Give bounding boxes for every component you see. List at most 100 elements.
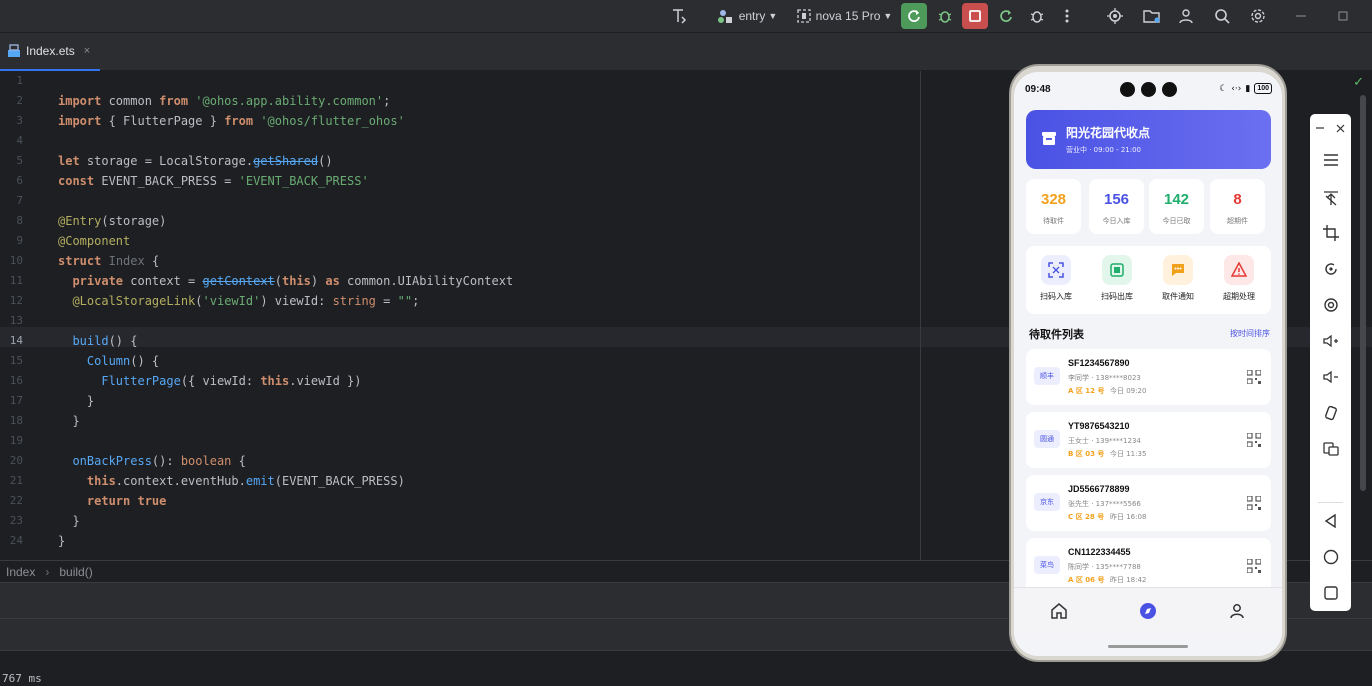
shelf-location: A 区 06 号 <box>1068 576 1105 584</box>
profile-icon[interactable] <box>1228 602 1246 620</box>
code-line-12: @LocalStorageLink('viewId') viewId: stri… <box>58 294 420 308</box>
crop-icon <box>1322 225 1339 241</box>
phone-screen[interactable]: 09:48 ☾ ‹·› ▮ 100 阳光花园代收点 营业中 · 09:00 - … <box>1014 72 1282 656</box>
code-line-11: private context = getContext(this) as co… <box>58 274 514 288</box>
tab-index-ets[interactable]: Index.ets × <box>0 33 100 71</box>
line-number: 5 <box>16 154 23 167</box>
line-number: 14 <box>9 334 23 347</box>
screenshot-crop-button[interactable] <box>1310 221 1351 245</box>
close-icon[interactable]: × <box>84 45 90 57</box>
notify-button[interactable]: 取件通知 <box>1153 255 1203 302</box>
minimize-icon <box>1316 127 1324 129</box>
run-button[interactable] <box>901 3 927 29</box>
volume-up-icon <box>1322 334 1338 348</box>
module-selector[interactable]: entry ▼ <box>715 3 779 29</box>
apply-changes-button[interactable] <box>993 3 1019 29</box>
recents-button[interactable] <box>1310 581 1351 605</box>
target-icon <box>1107 8 1123 24</box>
tracking-number: SF1234567890 <box>1068 358 1130 368</box>
stat-card-today-in[interactable]: 156 今日入库 <box>1089 179 1144 234</box>
recipient: 张先生 · 137****5566 <box>1068 500 1141 508</box>
line-number: 24 <box>9 534 23 547</box>
location-button[interactable] <box>1310 293 1351 317</box>
multi-screen-button[interactable] <box>1310 437 1351 461</box>
search-button[interactable] <box>1209 3 1235 29</box>
list-title: 待取件列表 <box>1029 328 1084 341</box>
back-button[interactable] <box>1310 509 1351 533</box>
overdue-button[interactable]: 超期处理 <box>1214 255 1264 302</box>
package-item[interactable]: 菜鸟 CN1122334455 陈同学 · 135****7788 A 区 06… <box>1026 538 1271 594</box>
stop-icon <box>969 10 981 22</box>
file-sync-button[interactable] <box>1139 3 1165 29</box>
code-line-20: onBackPress(): boolean { <box>58 454 246 468</box>
tracking-number: YT9876543210 <box>1068 421 1130 431</box>
stat-value: 156 <box>1103 191 1130 208</box>
code-line-15: Column() { <box>58 354 160 368</box>
package-item[interactable]: 圆通 YT9876543210 王女士 · 139****1234 B 区 03… <box>1026 412 1271 468</box>
minimize-icon <box>1296 15 1306 17</box>
shake-button[interactable] <box>1310 401 1351 425</box>
package-item[interactable]: 京东 JD5566778899 张先生 · 137****5566 C 区 28… <box>1026 475 1271 531</box>
code-line-14: build() { <box>58 334 138 348</box>
shelf-location: A 区 12 号 <box>1068 387 1105 395</box>
search-icon <box>1215 9 1230 24</box>
more-actions-button[interactable] <box>1054 3 1080 29</box>
pin-top-button[interactable] <box>1310 186 1351 210</box>
rotate-icon <box>1324 263 1337 275</box>
sort-by-time-link[interactable]: 按时间排序 <box>1230 328 1270 339</box>
debug-button[interactable] <box>932 3 958 29</box>
quick-actions: 扫码入库 扫码出库 取件通知 超期处理 <box>1026 246 1271 314</box>
stat-card-today-picked[interactable]: 142 今日已取 <box>1149 179 1204 234</box>
square-icon <box>1323 586 1338 600</box>
minimize-emulator-button[interactable] <box>1310 116 1330 140</box>
settings-button[interactable] <box>1245 3 1271 29</box>
volume-up-button[interactable] <box>1310 329 1351 353</box>
breadcrumb-item-struct[interactable]: Index <box>6 565 35 579</box>
line-number: 10 <box>9 254 23 267</box>
rotate-button[interactable] <box>1310 257 1351 281</box>
module-name: entry <box>738 9 766 23</box>
breadcrumb-item-method[interactable]: build() <box>59 565 92 579</box>
stat-value: 142 <box>1163 191 1190 208</box>
home-indicator[interactable] <box>1108 645 1188 648</box>
nfc-icon: ‹·› <box>1231 83 1242 94</box>
line-number: 22 <box>9 494 23 507</box>
home-button[interactable] <box>1310 545 1351 569</box>
no-problems-check-icon[interactable]: ✓ <box>1353 75 1364 90</box>
text-tool-icon[interactable] <box>666 3 692 29</box>
refresh-icon <box>1000 10 1012 22</box>
stop-button[interactable] <box>962 3 988 29</box>
qr-code-icon[interactable] <box>1247 559 1261 573</box>
editor-scrollbar[interactable] <box>1360 95 1366 491</box>
stat-card-overdue[interactable]: 8 超期件 <box>1210 179 1265 234</box>
bottom-tab-bar <box>1014 587 1282 637</box>
scan-out-button[interactable]: 扫码出库 <box>1092 255 1142 302</box>
device-manager-button[interactable] <box>1102 3 1128 29</box>
close-emulator-button[interactable] <box>1330 116 1350 140</box>
minimize-window-button[interactable] <box>1288 3 1314 29</box>
maximize-window-button[interactable] <box>1330 3 1356 29</box>
stat-card-pending[interactable]: 328 待取件 <box>1026 179 1081 234</box>
warning-icon <box>1231 262 1247 277</box>
scan-in-button[interactable]: 扫码入库 <box>1031 255 1081 302</box>
package-item[interactable]: 顺丰 SF1234567890 李同学 · 138****8023 A 区 12… <box>1026 349 1271 405</box>
attach-debugger-button[interactable] <box>1024 3 1050 29</box>
home-icon[interactable] <box>1050 602 1068 620</box>
qr-code-icon[interactable] <box>1247 433 1261 447</box>
menu-button[interactable] <box>1310 148 1351 172</box>
code-line-21: this.context.eventHub.emit(EVENT_BACK_PR… <box>58 474 405 488</box>
code-line-9: @Component <box>58 234 131 248</box>
qr-code-icon[interactable] <box>1247 496 1261 510</box>
carrier-badge: 京东 <box>1034 493 1060 511</box>
code-line-2: import common from '@ohos.app.ability.co… <box>58 94 391 108</box>
line-number: 15 <box>9 354 23 367</box>
station-name: 阳光花园代收点 <box>1066 126 1151 140</box>
signal-icon: ▮ <box>1245 83 1251 94</box>
qr-code-icon[interactable] <box>1247 370 1261 384</box>
compass-icon[interactable] <box>1139 602 1157 620</box>
device-selector[interactable]: nova 15 Pro ▼ <box>795 3 893 29</box>
line-number: 13 <box>9 314 23 327</box>
account-button[interactable] <box>1173 3 1199 29</box>
volume-down-button[interactable] <box>1310 365 1351 389</box>
stat-label: 超期件 <box>1227 217 1248 225</box>
